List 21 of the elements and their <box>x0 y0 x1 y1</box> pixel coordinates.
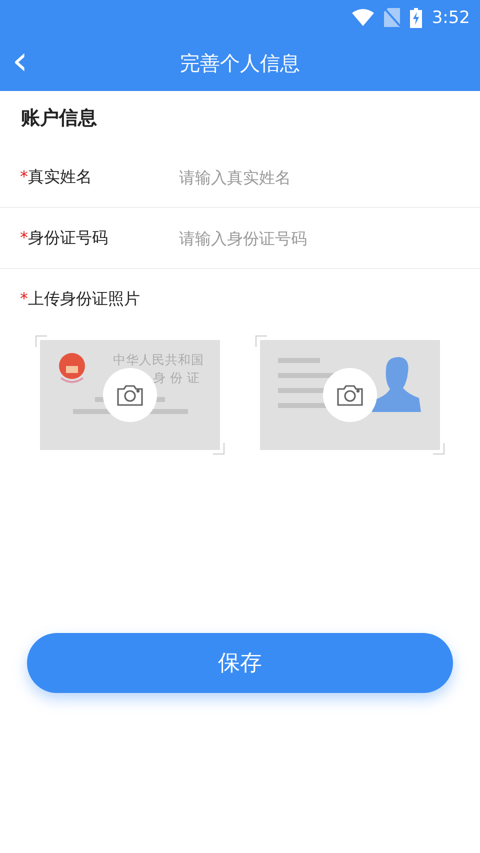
status-time: 3:52 <box>432 8 470 28</box>
frame-corner-icon <box>433 443 445 455</box>
battery-charging-icon <box>410 8 422 28</box>
save-button[interactable]: 保存 <box>27 633 453 693</box>
frame-corner-icon <box>213 443 225 455</box>
section-title: 账户信息 <box>20 106 98 131</box>
field-label: *真实姓名 <box>20 166 93 188</box>
upload-label: *上传身份证照片 <box>20 289 140 308</box>
person-silhouette-icon <box>372 356 422 412</box>
frame-corner-icon <box>255 335 267 347</box>
page-title: 完善个人信息 <box>180 50 300 76</box>
frame-corner-icon <box>35 335 47 347</box>
input-field[interactable]: 请输入真实姓名 <box>177 166 480 188</box>
wifi-icon <box>352 9 374 26</box>
input-field[interactable]: 请输入身份证号码 <box>177 228 480 248</box>
no-sim-icon <box>384 8 400 27</box>
camera-icon <box>116 383 144 407</box>
camera-icon <box>336 383 364 407</box>
field-label: *身份证号码 <box>20 228 109 248</box>
emblem-icon <box>57 352 87 384</box>
back-button[interactable]: ‹ <box>8 43 32 79</box>
